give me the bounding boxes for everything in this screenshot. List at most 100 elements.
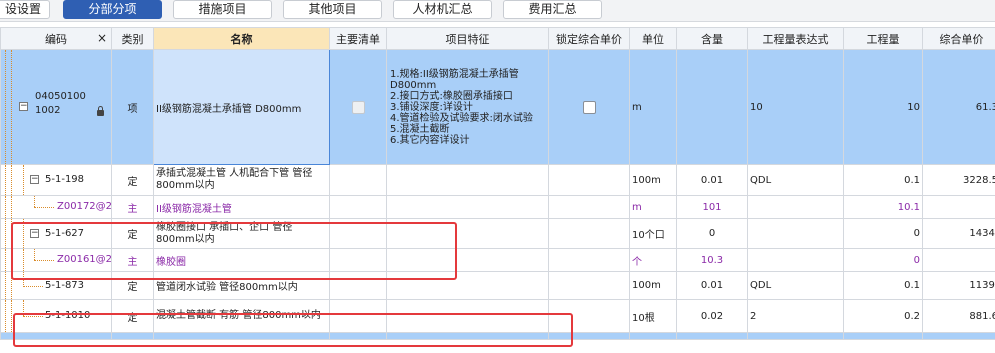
qty-expr-cell[interactable]: 10 <box>747 49 844 165</box>
unit-cell[interactable]: 100m <box>629 271 677 300</box>
content-cell[interactable]: 0.01 <box>676 271 748 300</box>
qty-expr-cell[interactable] <box>747 218 844 249</box>
qty-cell[interactable]: 10 <box>843 49 923 165</box>
name-cell[interactable] <box>153 332 330 340</box>
tab-labor-material-summary[interactable]: 人材机汇总 <box>393 0 492 19</box>
main-list-checkbox[interactable] <box>351 100 365 114</box>
table-row-bill-item[interactable]: − 04050100 1002 项 II级钢筋混凝土承插管 D800mm 1.规… <box>0 49 995 165</box>
price-cell[interactable] <box>922 195 995 219</box>
unit-cell[interactable]: 个 <box>629 248 677 272</box>
qty-cell[interactable]: 0.1 <box>843 271 923 300</box>
content-cell[interactable]: 0 <box>676 218 748 249</box>
lock-price-cell[interactable] <box>548 49 630 165</box>
header-lock-price[interactable]: 锁定综合单价 <box>548 27 630 50</box>
content-cell[interactable]: 0.01 <box>676 164 748 196</box>
code-cell[interactable]: 5-1-873 <box>0 271 112 300</box>
unit-cell[interactable]: 100m <box>629 164 677 196</box>
table-row-main-material[interactable]: Z00161@2 主 橡胶圈 个 10.3 0 <box>0 248 995 272</box>
type-cell[interactable]: 主 <box>111 248 154 272</box>
lock-price-checkbox[interactable] <box>582 100 596 114</box>
qty-cell[interactable] <box>843 332 923 340</box>
header-price[interactable]: 综合单价 <box>922 27 995 50</box>
price-cell[interactable]: 881.6 <box>922 299 995 333</box>
content-cell[interactable]: 0.02 <box>676 299 748 333</box>
lock-price-cell[interactable] <box>548 271 630 300</box>
code-cell[interactable]: Z00172@2 <box>0 195 112 219</box>
collapse-icon[interactable]: − <box>19 102 28 111</box>
qty-cell[interactable]: 0.1 <box>843 164 923 196</box>
collapse-icon[interactable]: − <box>30 229 39 238</box>
feature-cell[interactable] <box>386 248 549 272</box>
qty-cell[interactable]: 10.1 <box>843 195 923 219</box>
header-content[interactable]: 含量 <box>676 27 748 50</box>
tab-other-items[interactable]: 其他项目 <box>283 0 382 19</box>
price-cell[interactable]: 61.3 <box>922 49 995 165</box>
type-cell[interactable]: 主 <box>111 195 154 219</box>
lock-price-cell[interactable] <box>548 195 630 219</box>
table-row-partial[interactable] <box>0 332 995 340</box>
type-cell[interactable] <box>111 332 154 340</box>
content-cell[interactable]: 10.3 <box>676 248 748 272</box>
feature-cell[interactable] <box>386 271 549 300</box>
qty-expr-cell[interactable] <box>747 195 844 219</box>
main-list-cell[interactable] <box>329 195 387 219</box>
table-row[interactable]: − 5-1-198 定 承插式混凝土管 人机配合下管 管径800mm以内 100… <box>0 164 995 196</box>
qty-expr-cell[interactable] <box>747 332 844 340</box>
name-cell[interactable]: 橡胶圈 <box>153 248 330 272</box>
name-cell[interactable]: 承插式混凝土管 人机配合下管 管径800mm以内 <box>153 164 330 196</box>
name-cell[interactable]: 橡胶圈接口 承插口、企口 管径800mm以内 <box>153 218 330 249</box>
code-cell[interactable]: Z00161@2 <box>0 248 112 272</box>
header-qty-expr[interactable]: 工程量表达式 <box>747 27 844 50</box>
close-icon[interactable]: × <box>97 31 107 45</box>
type-cell[interactable]: 定 <box>111 218 154 249</box>
main-list-cell[interactable] <box>329 218 387 249</box>
qty-cell[interactable]: 0 <box>843 218 923 249</box>
collapse-icon[interactable]: − <box>30 175 39 184</box>
qty-expr-cell[interactable]: 2 <box>747 299 844 333</box>
header-type[interactable]: 类别 <box>111 27 154 50</box>
feature-cell[interactable]: 1.规格:II级钢筋混凝土承插管 D800mm 2.接口方式:橡胶圈承插接口 3… <box>386 49 549 165</box>
lock-price-cell[interactable] <box>548 332 630 340</box>
content-cell[interactable] <box>676 332 748 340</box>
price-cell[interactable]: 3228.5 <box>922 164 995 196</box>
main-list-cell[interactable] <box>329 164 387 196</box>
price-cell[interactable]: 1434. <box>922 218 995 249</box>
feature-cell[interactable] <box>386 332 549 340</box>
main-list-cell[interactable] <box>329 49 387 165</box>
lock-price-cell[interactable] <box>548 299 630 333</box>
content-cell[interactable]: 101 <box>676 195 748 219</box>
qty-expr-cell[interactable]: QDL <box>747 271 844 300</box>
tab-settings[interactable]: 设设置 <box>0 0 50 19</box>
table-row[interactable]: 5-1-873 定 管道闭水试验 管径800mm以内 100m 0.01 QDL… <box>0 271 995 300</box>
type-cell[interactable]: 定 <box>111 164 154 196</box>
header-feature[interactable]: 项目特征 <box>386 27 549 50</box>
price-cell[interactable] <box>922 248 995 272</box>
header-name[interactable]: 名称 <box>153 27 330 50</box>
type-cell[interactable]: 定 <box>111 271 154 300</box>
lock-price-cell[interactable] <box>548 164 630 196</box>
header-unit[interactable]: 单位 <box>629 27 677 50</box>
unit-cell[interactable]: m <box>629 49 677 165</box>
header-main-list[interactable]: 主要清单 <box>329 27 387 50</box>
code-cell[interactable] <box>0 332 112 340</box>
content-cell[interactable] <box>676 49 748 165</box>
code-cell[interactable]: − 5-1-198 <box>0 164 112 196</box>
unit-cell[interactable]: 10个口 <box>629 218 677 249</box>
code-cell[interactable]: − 04050100 1002 <box>0 49 112 165</box>
main-list-cell[interactable] <box>329 332 387 340</box>
feature-cell[interactable] <box>386 218 549 249</box>
main-list-cell[interactable] <box>329 248 387 272</box>
lock-price-cell[interactable] <box>548 248 630 272</box>
qty-cell[interactable]: 0.2 <box>843 299 923 333</box>
feature-cell[interactable] <box>386 195 549 219</box>
header-qty[interactable]: 工程量 <box>843 27 923 50</box>
unit-cell[interactable] <box>629 332 677 340</box>
main-list-cell[interactable] <box>329 299 387 333</box>
price-cell[interactable]: 1139. <box>922 271 995 300</box>
tab-section-items[interactable]: 分部分项 <box>63 0 162 19</box>
tab-cost-summary[interactable]: 费用汇总 <box>503 0 602 19</box>
table-row[interactable]: − 5-1-627 定 橡胶圈接口 承插口、企口 管径800mm以内 10个口 … <box>0 218 995 249</box>
price-cell[interactable] <box>922 332 995 340</box>
lock-price-cell[interactable] <box>548 218 630 249</box>
table-row[interactable]: 5-1-1010 定 混凝土管截断 有筋 管径800mm以内 10根 0.02 … <box>0 299 995 333</box>
